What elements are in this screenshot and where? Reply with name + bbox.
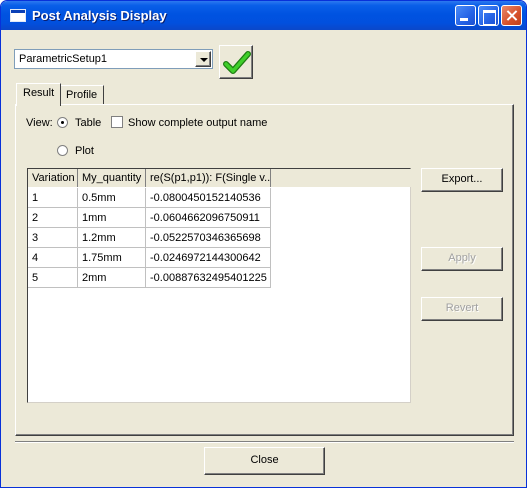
cell-quantity: 2mm bbox=[78, 268, 146, 288]
cell-result: -0.0522570346365698 bbox=[146, 228, 271, 248]
window-icon bbox=[10, 9, 26, 22]
setup-dropdown[interactable]: ParametricSetup1 bbox=[14, 49, 213, 69]
revert-button-label: Revert bbox=[445, 302, 479, 314]
plot-radio[interactable] bbox=[57, 145, 68, 156]
cell-variation: 1 bbox=[28, 188, 78, 208]
show-complete-output-label[interactable]: Show complete output name bbox=[128, 117, 267, 129]
column-header-result[interactable]: re(S(p1,p1)): F(Single v... bbox=[146, 169, 271, 187]
chevron-down-icon[interactable] bbox=[195, 51, 211, 67]
tab-result[interactable]: Result bbox=[16, 83, 62, 106]
table-radio[interactable] bbox=[57, 117, 68, 128]
plot-radio-label[interactable]: Plot bbox=[75, 145, 94, 157]
close-window-button[interactable] bbox=[501, 5, 522, 26]
tab-profile[interactable]: Profile bbox=[59, 85, 105, 105]
column-header-variation[interactable]: Variation bbox=[28, 169, 78, 187]
cell-variation: 5 bbox=[28, 268, 78, 288]
table-row[interactable]: 1 0.5mm -0.0800450152140536 bbox=[28, 188, 271, 208]
table-radio-label[interactable]: Table bbox=[75, 117, 101, 129]
cell-result: -0.0246972144300642 bbox=[146, 248, 271, 268]
cell-quantity: 1mm bbox=[78, 208, 146, 228]
export-button[interactable]: Export... bbox=[421, 168, 503, 192]
title-bar[interactable]: Post Analysis Display bbox=[1, 1, 526, 30]
setup-dropdown-value: ParametricSetup1 bbox=[19, 53, 108, 65]
cell-variation: 4 bbox=[28, 248, 78, 268]
apply-setup-button[interactable] bbox=[219, 45, 253, 79]
export-button-label: Export... bbox=[441, 173, 483, 185]
cell-variation: 3 bbox=[28, 228, 78, 248]
table-row[interactable]: 3 1.2mm -0.0522570346365698 bbox=[28, 228, 271, 248]
view-label: View: bbox=[26, 117, 53, 129]
window-title: Post Analysis Display bbox=[32, 8, 167, 23]
cell-variation: 2 bbox=[28, 208, 78, 228]
table-row[interactable]: 2 1mm -0.0604662096750911 bbox=[28, 208, 271, 228]
results-table[interactable]: Variation My_quantity re(S(p1,p1)): F(Si… bbox=[27, 168, 412, 403]
cell-result: -0.0800450152140536 bbox=[146, 188, 271, 208]
bottom-separator bbox=[15, 441, 514, 443]
cell-quantity: 1.2mm bbox=[78, 228, 146, 248]
table-row[interactable]: 5 2mm -0.00887632495401225 bbox=[28, 268, 271, 288]
cell-result: -0.0604662096750911 bbox=[146, 208, 271, 228]
column-header-empty bbox=[271, 169, 412, 187]
column-header-quantity[interactable]: My_quantity bbox=[78, 169, 146, 187]
post-analysis-window: Post Analysis Display ParametricSetup1 R… bbox=[0, 0, 527, 488]
revert-button[interactable]: Revert bbox=[421, 297, 503, 321]
minimize-button[interactable] bbox=[455, 5, 476, 26]
cell-result: -0.00887632495401225 bbox=[146, 268, 271, 288]
apply-button[interactable]: Apply bbox=[421, 247, 503, 271]
close-button[interactable]: Close bbox=[204, 447, 325, 475]
close-button-label: Close bbox=[250, 454, 279, 466]
table-row[interactable]: 4 1.75mm -0.0246972144300642 bbox=[28, 248, 271, 268]
maximize-button[interactable] bbox=[478, 5, 499, 26]
cell-quantity: 0.5mm bbox=[78, 188, 146, 208]
cell-quantity: 1.75mm bbox=[78, 248, 146, 268]
apply-button-label: Apply bbox=[448, 252, 476, 264]
table-header: Variation My_quantity re(S(p1,p1)): F(Si… bbox=[28, 169, 412, 187]
show-complete-output-checkbox[interactable] bbox=[111, 116, 123, 128]
checkmark-icon bbox=[223, 51, 251, 74]
